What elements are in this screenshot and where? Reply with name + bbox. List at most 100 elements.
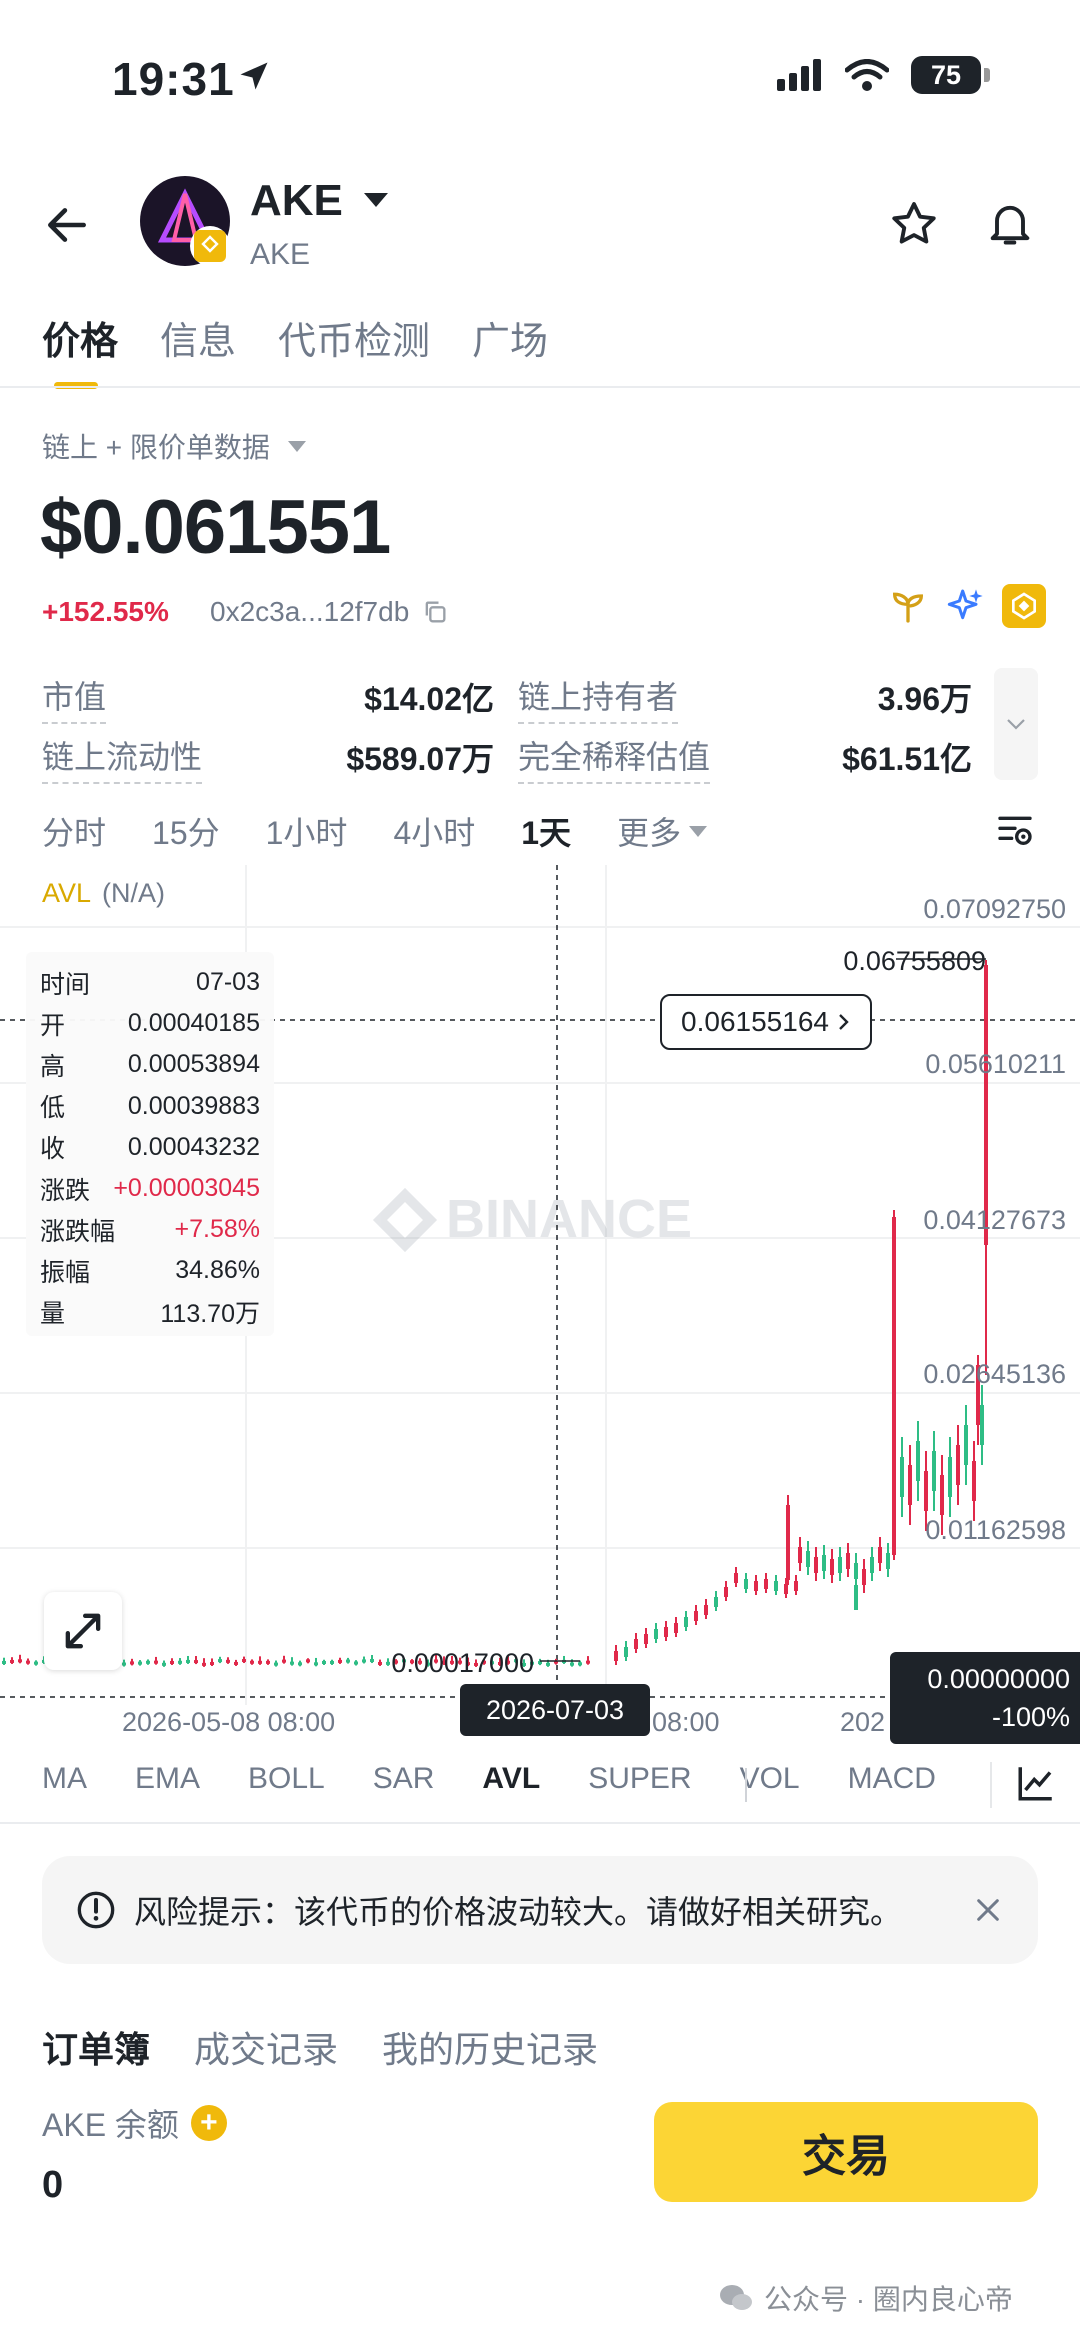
- candle-body: [122, 1662, 126, 1666]
- ohlc-key: 高: [40, 1052, 66, 1081]
- sprout-icon: [892, 592, 924, 623]
- battery-level: 75: [911, 56, 981, 94]
- candle-body: [684, 1617, 688, 1627]
- indicator-ma[interactable]: MA: [42, 1762, 87, 1796]
- ohlc-key: 时间: [40, 970, 91, 999]
- chart-type-icon[interactable]: [1014, 1762, 1058, 1804]
- stats-expand-button[interactable]: [994, 668, 1038, 780]
- candle-body: [154, 1660, 158, 1664]
- coin-name[interactable]: AKE: [250, 176, 343, 226]
- candle-body: [250, 1660, 254, 1664]
- candle-body: [266, 1660, 270, 1664]
- current-price-bubble[interactable]: 0.06155164: [660, 994, 872, 1050]
- candle-body: [654, 1629, 658, 1639]
- indicator-macd[interactable]: MACD: [848, 1762, 936, 1796]
- ohlc-key: 开: [40, 1011, 66, 1040]
- candle-body: [258, 1660, 262, 1664]
- indicator-sar[interactable]: SAR: [373, 1762, 435, 1796]
- candle-body: [704, 1605, 708, 1615]
- tab-square[interactable]: 广场: [472, 310, 548, 385]
- ohlc-row: 涨跌幅 +7.58%: [40, 1209, 260, 1250]
- interval-4h[interactable]: 4小时: [393, 808, 475, 854]
- candle-body: [586, 1660, 590, 1664]
- status-time: 19:31: [112, 53, 235, 105]
- tab-price[interactable]: 价格: [42, 310, 118, 389]
- interval-1d[interactable]: 1天: [521, 808, 571, 854]
- high-price-label: 0.06755809: [843, 946, 986, 976]
- candle-body: [814, 1557, 818, 1573]
- bnb-badge[interactable]: [1002, 584, 1046, 628]
- sprout-badge[interactable]: [886, 584, 930, 628]
- orderbook-tabs: 订单簿 成交记录 我的历史记录: [42, 2028, 598, 2066]
- ai-badge[interactable]: [944, 584, 988, 628]
- interval-1h[interactable]: 1小时: [266, 808, 348, 854]
- ohlc-key: 涨跌幅: [40, 1217, 116, 1246]
- location-arrow-icon: [240, 62, 268, 90]
- candle-body: [784, 1584, 788, 1594]
- candle-body: [242, 1659, 246, 1663]
- close-icon[interactable]: [972, 1894, 1004, 1926]
- candle-body: [378, 1661, 382, 1665]
- candle-body: [854, 1585, 858, 1610]
- interval-time-sharing[interactable]: 分时: [42, 808, 106, 854]
- ohlc-value: 0.00053894: [127, 1050, 260, 1079]
- risk-notice-text: 风险提示：该代币的价格波动较大。请做好相关研究。: [134, 1894, 903, 1930]
- coin-switch-caret-icon[interactable]: [364, 193, 388, 207]
- indicator-ema[interactable]: EMA: [135, 1762, 200, 1796]
- tab-my-history[interactable]: 我的历史记录: [382, 2028, 598, 2066]
- indicator-boll[interactable]: BOLL: [248, 1762, 325, 1796]
- candle-body: [570, 1662, 574, 1666]
- contract-address[interactable]: 0x2c3a...12f7db: [210, 596, 449, 628]
- back-arrow-icon[interactable]: [42, 200, 92, 250]
- chart-settings-icon[interactable]: [994, 810, 1036, 850]
- fdv-label[interactable]: 完全稀释估值: [518, 732, 711, 784]
- copy-icon[interactable]: [421, 598, 449, 626]
- alert-bell-icon[interactable]: [984, 196, 1036, 250]
- candle-body: [186, 1659, 190, 1663]
- candle-body: [274, 1662, 278, 1666]
- add-funds-icon[interactable]: +: [190, 2105, 227, 2141]
- tab-info[interactable]: 信息: [160, 310, 236, 385]
- tab-orderbook[interactable]: 订单簿: [42, 2028, 150, 2066]
- indicator-vol[interactable]: VOL: [740, 1762, 800, 1796]
- candle-body: [694, 1611, 698, 1621]
- favorite-star-icon[interactable]: [888, 198, 940, 250]
- candle-body: [794, 1581, 798, 1591]
- candle-body: [956, 1445, 960, 1485]
- trade-button[interactable]: 交易: [654, 2102, 1038, 2202]
- candle-body: [908, 1465, 912, 1505]
- y-axis-label: 0.07092750: [923, 894, 1066, 924]
- holders-label[interactable]: 链上持有者: [518, 672, 679, 724]
- candle-body: [964, 1425, 968, 1465]
- market-cap-label[interactable]: 市值: [42, 672, 107, 724]
- ohlc-value: 34.86%: [175, 1256, 260, 1285]
- candle-body: [546, 1662, 550, 1666]
- candle-body: [162, 1662, 166, 1666]
- bnb-chain-badge: [190, 226, 230, 266]
- indicator-avl[interactable]: AVL: [482, 1762, 540, 1796]
- current-price-bubble-text: 0.06155164: [681, 1006, 829, 1037]
- ohlc-value: 113.70万: [160, 1300, 260, 1329]
- tab-token-check[interactable]: 代币检测: [278, 310, 430, 385]
- fullscreen-button[interactable]: [44, 1592, 122, 1670]
- tab-trades[interactable]: 成交记录: [194, 2028, 338, 2066]
- holders-value: 3.96万: [877, 681, 972, 717]
- liquidity-label[interactable]: 链上流动性: [42, 732, 203, 784]
- bnb-icon: [1012, 592, 1036, 620]
- interval-15m[interactable]: 15分: [152, 808, 220, 854]
- indicator-super[interactable]: SUPER: [588, 1762, 691, 1796]
- ohlc-key: 低: [40, 1094, 66, 1123]
- chart-watermark-text: BINANCE: [446, 1189, 692, 1249]
- page-tabs: 价格 信息 代币检测 广场: [42, 310, 548, 389]
- candle-body: [170, 1660, 174, 1664]
- footer-watermark-text: 公众号 · 圈内良心帝: [764, 2284, 1013, 2315]
- data-source-selector[interactable]: 链上 + 限价单数据: [42, 426, 306, 466]
- fdv-value: $61.51亿: [842, 741, 972, 777]
- ohlc-row: 涨跌 +0.00003045: [40, 1168, 260, 1209]
- candle-body: [10, 1659, 14, 1663]
- candle-body: [764, 1579, 768, 1589]
- candle-body: [822, 1555, 826, 1571]
- ohlc-row: 时间 07-03: [40, 962, 260, 1003]
- liquidity-value: $589.07万: [346, 741, 494, 777]
- interval-more[interactable]: 更多: [617, 808, 708, 854]
